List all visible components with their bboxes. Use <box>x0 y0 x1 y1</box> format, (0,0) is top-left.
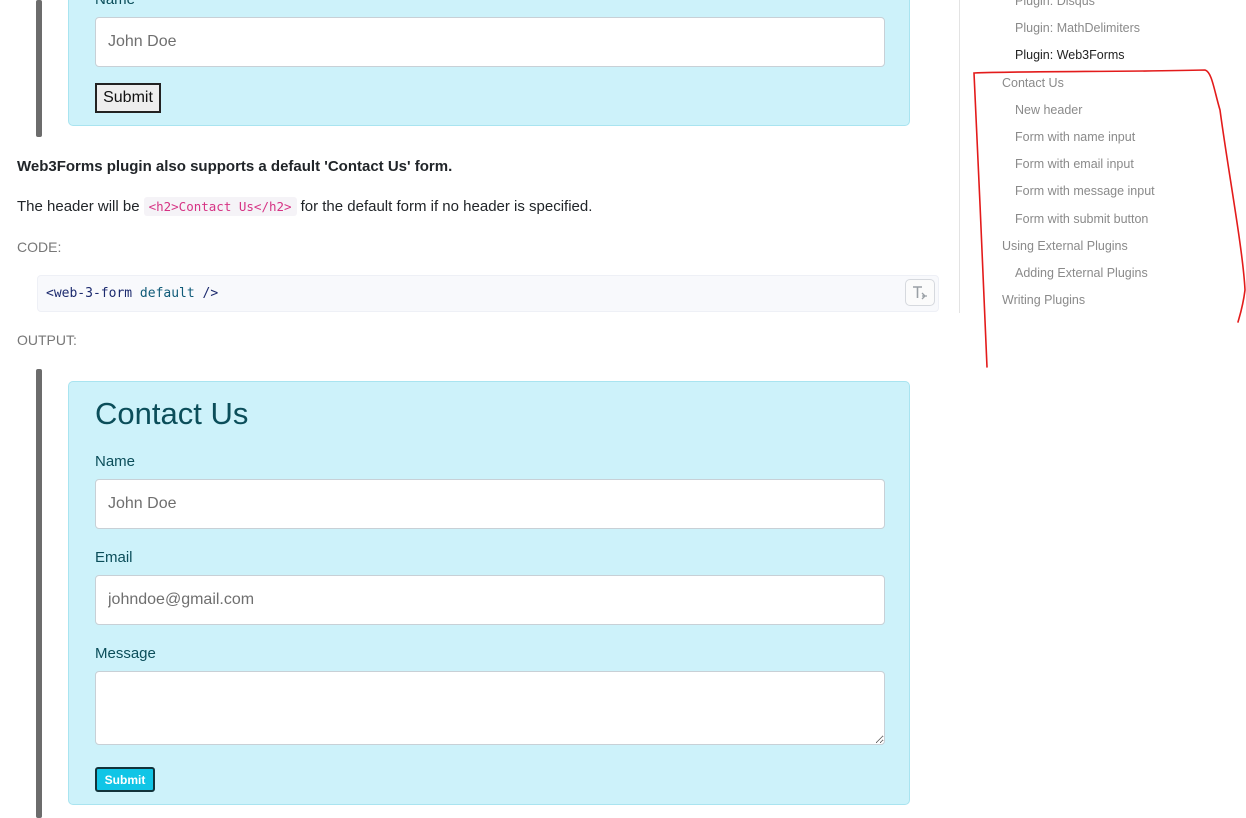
code-copy-button[interactable] <box>905 279 935 306</box>
email-label: Email <box>95 549 133 566</box>
message-label: Message <box>95 645 156 662</box>
code-block: <web-3-form default /> <box>37 275 939 312</box>
inline-code-h2: <h2>Contact Us</h2> <box>143 197 297 216</box>
contact-form-title: Contact Us <box>95 396 249 431</box>
toc-item[interactable]: Form with message input <box>1015 184 1155 198</box>
code-line: <web-3-form default /> <box>46 286 218 301</box>
header-note-after: for the default form if no header is spe… <box>300 198 593 215</box>
toc-item[interactable]: Plugin: Web3Forms <box>1015 48 1125 62</box>
email-input[interactable] <box>95 575 885 625</box>
toc-item[interactable]: Adding External Plugins <box>1015 266 1148 280</box>
header-note: The header will be <h2>Contact Us</h2> for… <box>17 197 593 216</box>
message-textarea[interactable] <box>95 671 885 745</box>
top-submit-button[interactable]: Submit <box>95 83 161 113</box>
code-attr: default <box>139 286 195 301</box>
toc-item[interactable]: Plugin: Disqus <box>1015 0 1095 8</box>
name-label: Name <box>95 453 136 470</box>
contact-submit-button[interactable]: Submit <box>95 767 155 792</box>
header-note-before: The header will be <box>17 198 140 215</box>
toc-item[interactable]: Contact Us <box>1002 76 1064 90</box>
toc-item[interactable]: Form with email input <box>1015 157 1134 171</box>
toc-item[interactable]: Writing Plugins <box>1002 293 1085 307</box>
code-tag-close: /> <box>202 286 219 301</box>
code-tag-open: <web-3-form <box>46 286 133 301</box>
toc-item[interactable]: Form with name input <box>1015 130 1135 144</box>
top-name-input[interactable] <box>95 17 885 67</box>
top-name-label: Name <box>95 0 135 8</box>
toc-divider <box>959 0 960 313</box>
intro-text: Web3Forms plugin also supports a default… <box>17 158 453 175</box>
blockquote-bar-output <box>36 369 42 818</box>
code-label: CODE: <box>17 239 62 255</box>
toc-item[interactable]: Plugin: MathDelimiters <box>1015 21 1140 35</box>
toc-item[interactable]: New header <box>1015 103 1082 117</box>
name-input[interactable] <box>95 479 885 529</box>
toc-item[interactable]: Form with submit button <box>1015 212 1148 226</box>
format-code-icon <box>913 285 927 299</box>
output-label: OUTPUT: <box>17 332 77 348</box>
blockquote-bar <box>36 0 42 137</box>
toc-item[interactable]: Using External Plugins <box>1002 239 1128 253</box>
